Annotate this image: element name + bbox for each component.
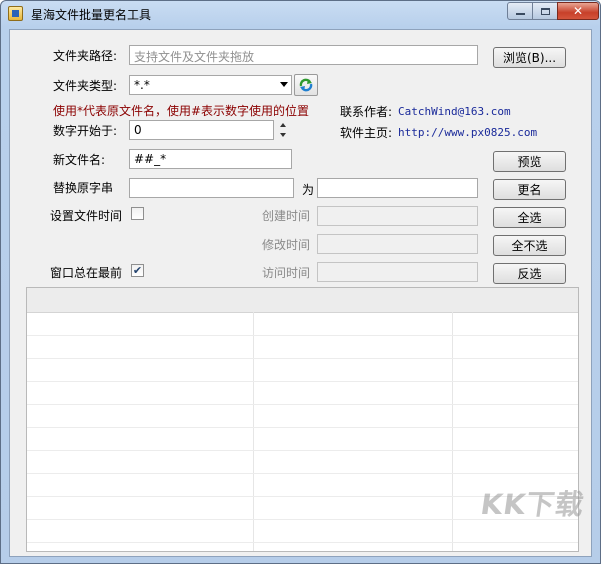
row-divider [27,358,578,359]
contact-label: 联系作者: [340,105,393,119]
window-title: 星海文件批量更名工具 [31,8,152,22]
column-divider [452,312,453,551]
select-none-button[interactable]: 全不选 [493,235,566,256]
rename-button[interactable]: 更名 [493,179,566,200]
folder-type-value: *.* [134,78,150,92]
title-bar[interactable]: 星海文件批量更名工具 ✕ [1,1,600,28]
browse-button[interactable]: 浏览(B)... [493,47,566,68]
column-divider [253,312,254,551]
app-icon [8,6,23,21]
modified-time-input[interactable] [317,234,478,254]
created-time-input[interactable] [317,206,478,226]
accessed-time-label: 访问时间 [262,266,311,280]
folder-type-select[interactable]: *.* [129,75,292,95]
invert-selection-button[interactable]: 反选 [493,263,566,284]
preview-button[interactable]: 预览 [493,151,566,172]
close-icon: ✕ [572,4,584,18]
watermark-logo: KK下载 [478,488,587,521]
maximize-button[interactable] [532,2,558,20]
row-divider [27,542,578,543]
replace-with-label: 为 [302,183,315,197]
contact-email[interactable]: CatchWind@163.com [398,105,511,118]
new-name-label: 新文件名: [53,153,106,167]
created-time-label: 创建时间 [262,209,311,223]
folder-path-input[interactable]: 支持文件及文件夹拖放 [129,45,478,65]
spin-down-icon [280,133,286,137]
start-number-spinner[interactable] [276,120,290,140]
new-name-value: ##_* [134,152,167,166]
modified-time-label: 修改时间 [262,238,311,252]
accessed-time-input[interactable] [317,262,478,282]
folder-path-placeholder: 支持文件及文件夹拖放 [134,50,255,64]
maximize-icon [540,7,550,15]
row-divider [27,473,578,474]
select-all-button[interactable]: 全选 [493,207,566,228]
minimize-icon [515,13,525,15]
row-divider [27,381,578,382]
start-number-value: 0 [134,123,142,137]
set-time-checkbox[interactable] [131,207,144,220]
row-divider [27,404,578,405]
checkmark-icon: ✔ [132,264,143,277]
app-window: 星海文件批量更名工具 ✕ 文件夹路径: 支持文件及文件夹拖放 浏览(B)... … [0,0,601,564]
start-number-label: 数字开始于: [53,124,118,138]
replace-label: 替换原字串 [53,181,114,195]
file-list-header [27,288,578,313]
folder-path-label: 文件夹路径: [53,49,118,63]
row-divider [27,427,578,428]
folder-type-label: 文件夹类型: [53,79,118,93]
refresh-icon [299,78,313,92]
usage-hint: 使用*代表原文件名，使用#表示数字使用的位置 [53,104,310,118]
set-time-label: 设置文件时间 [50,209,123,223]
always-on-top-label: 窗口总在最前 [50,266,123,280]
row-divider [27,335,578,336]
start-number-input[interactable]: 0 [129,120,274,140]
homepage-link[interactable]: http://www.px0825.com [398,126,537,139]
spin-up-icon [280,123,286,127]
new-name-input[interactable]: ##_* [129,149,292,169]
replace-to-input[interactable] [317,178,478,198]
replace-from-input[interactable] [129,178,294,198]
homepage-label: 软件主页: [340,126,393,140]
chevron-down-icon [280,82,288,87]
always-on-top-checkbox[interactable]: ✔ [131,264,144,277]
client-area: 文件夹路径: 支持文件及文件夹拖放 浏览(B)... 文件夹类型: *.* 使用… [9,29,592,557]
minimize-button[interactable] [507,2,533,20]
row-divider [27,450,578,451]
refresh-button[interactable] [294,74,318,96]
close-button[interactable]: ✕ [557,2,599,20]
